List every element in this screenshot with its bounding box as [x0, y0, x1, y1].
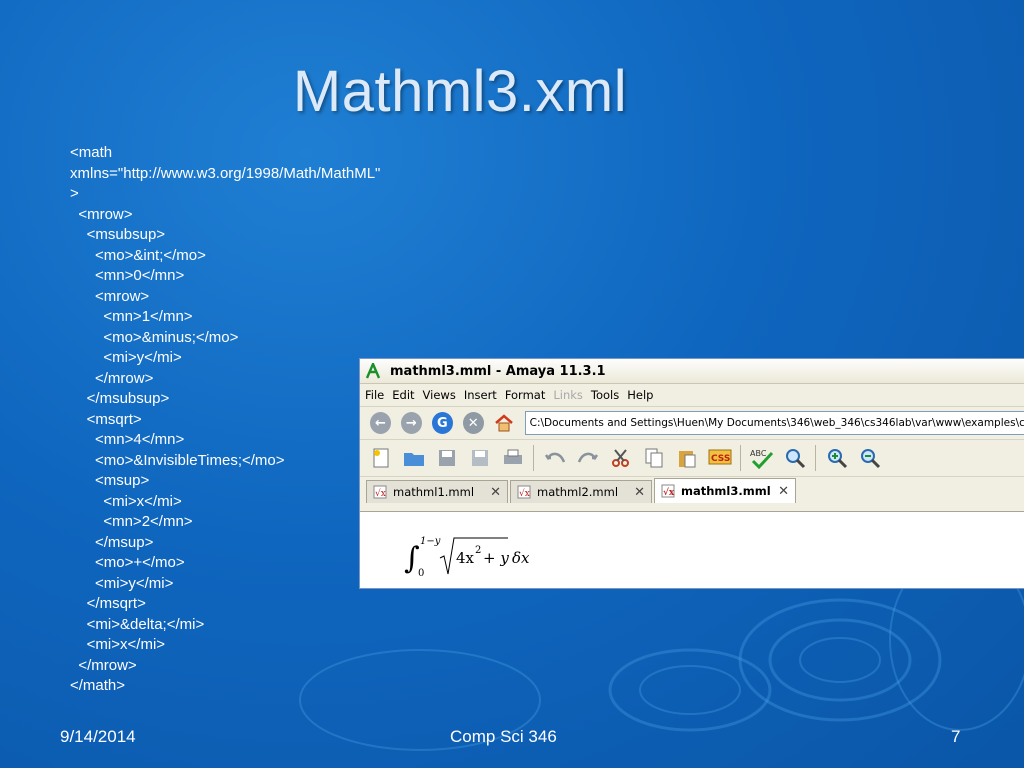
code-line: <mrow> — [70, 287, 150, 305]
document-view[interactable]: ∫ 1−y 0 4x 2 + y δx — [360, 511, 1024, 588]
code-line: <mi>y</mi> — [70, 349, 182, 366]
menu-insert[interactable]: Insert — [463, 388, 498, 402]
rendered-formula: ∫ 1−y 0 4x 2 + y δx — [404, 536, 530, 579]
code-line: </msubsup> — [70, 390, 170, 407]
paste-icon[interactable] — [675, 446, 699, 470]
redo-icon[interactable] — [576, 446, 600, 470]
navigation-bar: ← → G ✕ C:\Documents and Settings\Huen\M… — [360, 406, 1024, 439]
menu-tools[interactable]: Tools — [590, 388, 620, 402]
slide-title: Mathml3.xml — [292, 59, 628, 124]
url-input[interactable]: C:\Documents and Settings\Huen\My Docume… — [524, 411, 1024, 435]
amaya-window: mathml3.mml - Amaya 11.3.1 File Edit Vie… — [359, 358, 1024, 589]
lower-limit: 0 — [418, 568, 424, 579]
tab-label: mathml2.mml — [537, 485, 619, 499]
code-line: <mi>&delta;</mi> — [70, 615, 205, 633]
toolbar-separator — [815, 445, 816, 471]
svg-text:√x: √x — [375, 488, 386, 499]
radicand: 4x — [456, 549, 475, 567]
menu-links: Links — [553, 388, 583, 402]
spellcheck-icon[interactable]: ABC — [750, 446, 774, 470]
amaya-app-icon — [364, 362, 382, 380]
menu-file[interactable]: File — [364, 388, 385, 402]
footer-course: Comp Sci 346 — [450, 727, 557, 746]
zoom-out-icon[interactable] — [858, 446, 882, 470]
toolbar-separator — [740, 445, 741, 471]
stop-icon[interactable]: ✕ — [462, 412, 484, 434]
code-line: <msup> — [70, 472, 150, 489]
code-line: <mi>x</mi> — [70, 492, 182, 510]
code-line: <mo>+</mo> — [70, 554, 185, 571]
code-line: </mrow> — [70, 656, 137, 674]
code-line: </msup> — [70, 533, 154, 551]
tab-label: mathml1.mml — [393, 485, 475, 499]
code-line: <mn>0</mn> — [70, 267, 185, 284]
cut-icon[interactable] — [609, 446, 633, 470]
code-line: </mrow> — [70, 369, 154, 387]
mathml-document-icon: √x — [373, 485, 387, 499]
code-line: </math> — [70, 677, 126, 694]
menu-edit[interactable]: Edit — [391, 388, 415, 402]
svg-text:√x: √x — [519, 488, 530, 499]
menu-help[interactable]: Help — [626, 388, 654, 402]
code-line: <mo>&minus;</mo> — [70, 328, 239, 346]
svg-text:CSS: CSS — [711, 454, 730, 464]
toolbar-separator — [533, 445, 534, 471]
menu-bar: File Edit Views Insert Format Links Tool… — [360, 384, 1024, 406]
footer-date: 9/14/2014 — [60, 727, 136, 746]
find-icon[interactable] — [783, 446, 807, 470]
radicand-tail: + y — [483, 549, 509, 567]
mathml-document-icon: √x — [661, 484, 675, 498]
zoom-in-icon[interactable] — [825, 446, 849, 470]
print-icon[interactable] — [501, 446, 525, 470]
code-line: <msqrt> — [70, 410, 142, 428]
editing-toolbar: CSS ABC — [360, 439, 1024, 476]
mathml-document-icon: √x — [517, 485, 531, 499]
close-icon[interactable]: ✕ — [634, 485, 645, 500]
code-line: > — [70, 185, 79, 202]
save-as-icon[interactable] — [468, 446, 492, 470]
forward-icon[interactable]: → — [400, 412, 422, 434]
menu-format[interactable]: Format — [504, 388, 547, 402]
code-line: <mn>1</mn> — [70, 308, 193, 325]
window-titlebar[interactable]: mathml3.mml - Amaya 11.3.1 — [360, 359, 1024, 384]
new-document-icon[interactable] — [369, 446, 393, 470]
code-line: <mn>2</mn> — [70, 513, 193, 530]
close-icon[interactable]: ✕ — [490, 485, 501, 500]
tab-mathml3[interactable]: √x mathml3.mml ✕ — [654, 478, 796, 503]
code-line: </msqrt> — [70, 595, 146, 612]
document-tabs: √x mathml1.mml ✕ √x mathml2.mml ✕ √x mat… — [360, 476, 1024, 503]
code-line: <msubsup> — [70, 226, 166, 243]
exponent: 2 — [475, 545, 481, 556]
code-line: <math — [70, 144, 113, 161]
tab-label: mathml3.mml — [681, 484, 771, 498]
code-line: xmlns="http://www.w3.org/1998/Math/MathM… — [70, 164, 381, 182]
code-line: <mrow> — [70, 205, 133, 223]
tab-mathml1[interactable]: √x mathml1.mml ✕ — [366, 480, 508, 503]
window-title: mathml3.mml - Amaya 11.3.1 — [390, 363, 606, 379]
home-icon[interactable] — [494, 412, 515, 434]
code-line: <mo>&int;</mo> — [70, 246, 206, 264]
open-folder-icon[interactable] — [402, 446, 426, 470]
tab-mathml2[interactable]: √x mathml2.mml ✕ — [510, 480, 652, 503]
css-icon[interactable]: CSS — [708, 446, 732, 470]
copy-icon[interactable] — [642, 446, 666, 470]
google-icon[interactable]: G — [431, 412, 453, 434]
svg-text:√x: √x — [663, 487, 675, 498]
back-icon[interactable]: ← — [370, 412, 391, 434]
differential: δx — [512, 549, 530, 567]
svg-text:ABC: ABC — [750, 449, 767, 458]
footer-page-number: 7 — [951, 727, 961, 746]
close-icon[interactable]: ✕ — [778, 484, 789, 499]
code-line: <mi>y</mi> — [70, 574, 174, 592]
code-line: <mo>&InvisibleTimes;</mo> — [70, 451, 285, 469]
upper-limit: 1−y — [420, 536, 441, 547]
save-icon[interactable] — [435, 446, 459, 470]
code-line: <mn>4</mn> — [70, 431, 185, 448]
menu-views[interactable]: Views — [422, 388, 457, 402]
undo-icon[interactable] — [543, 446, 567, 470]
code-line: <mi>x</mi> — [70, 636, 166, 653]
code-listing: <math xmlns="http://www.w3.org/1998/Math/… — [70, 143, 380, 697]
